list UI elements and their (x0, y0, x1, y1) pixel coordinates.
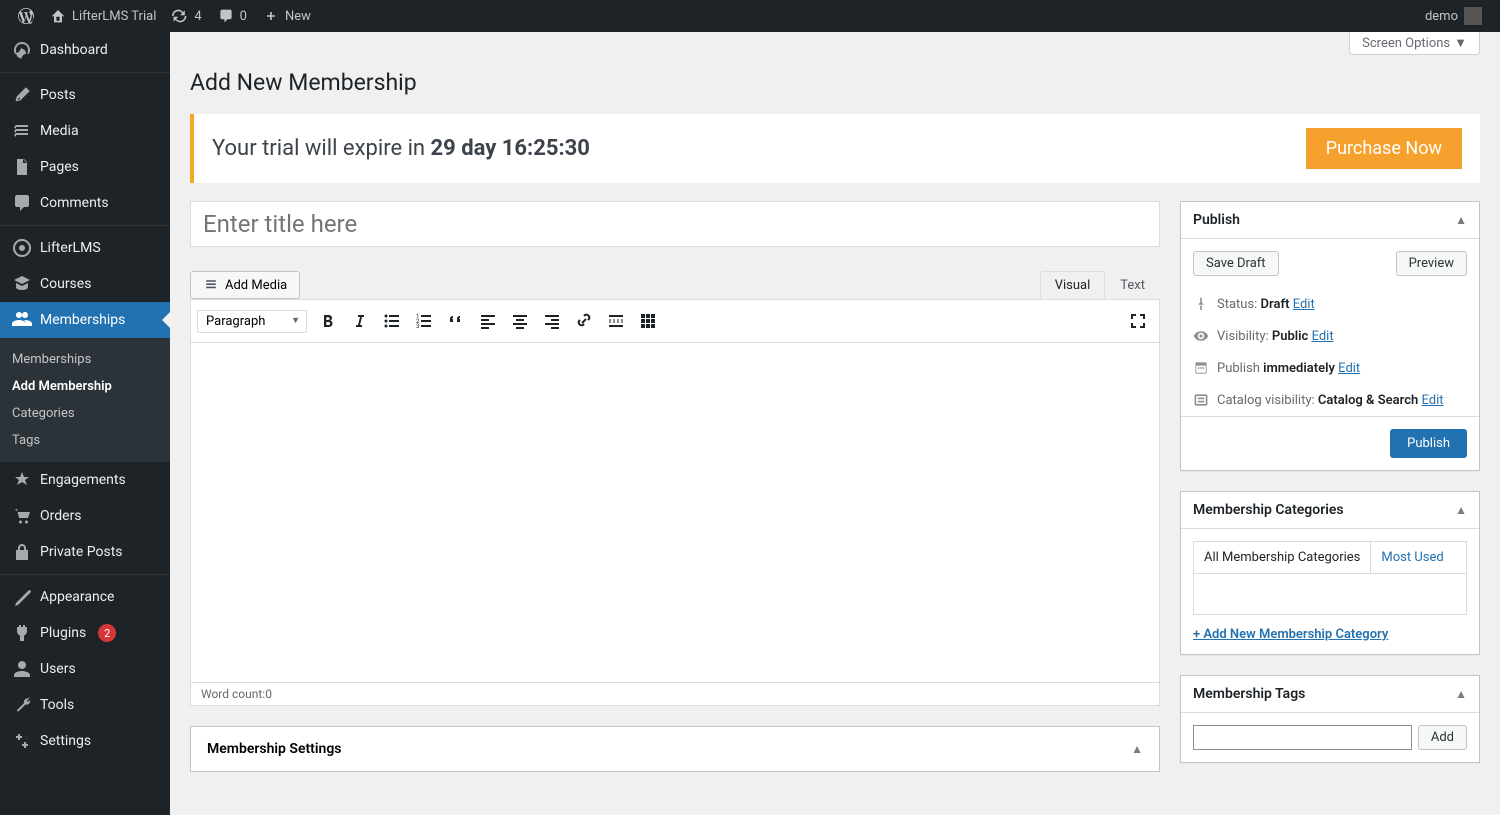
updates-count: 4 (194, 9, 201, 24)
main-content: Screen Options▼ Add New Membership Your … (170, 32, 1500, 815)
user-account-link[interactable]: demo (1417, 0, 1490, 32)
tags-toggle[interactable]: ▲ (1455, 687, 1467, 701)
submenu-categories[interactable]: Categories (0, 400, 170, 427)
username: demo (1425, 9, 1458, 24)
editor-toolbar: Paragraph 123 (190, 299, 1160, 343)
visibility-row: Visibility: Public Edit (1193, 320, 1467, 352)
comments-link[interactable]: 0 (210, 0, 255, 32)
catalog-icon (1193, 392, 1209, 408)
calendar-icon (1193, 360, 1209, 376)
link-button[interactable] (569, 306, 599, 336)
comments-count: 0 (240, 9, 247, 24)
align-right-button[interactable] (537, 306, 567, 336)
membership-settings-title: Membership Settings (207, 741, 342, 757)
readmore-button[interactable] (601, 306, 631, 336)
membership-settings-box: Membership Settings ▲ (190, 726, 1160, 772)
menu-plugins[interactable]: Plugins2 (0, 615, 170, 651)
categories-title: Membership Categories (1193, 502, 1344, 518)
add-media-button[interactable]: Add Media (190, 271, 300, 299)
admin-bar: LifterLMS Trial 4 0 New demo (0, 0, 1500, 32)
tags-box: Membership Tags ▲ Add (1180, 675, 1480, 763)
menu-tools[interactable]: Tools (0, 687, 170, 723)
site-title: LifterLMS Trial (72, 9, 156, 24)
menu-private-posts[interactable]: Private Posts (0, 534, 170, 570)
trial-countdown: 29 day 16:25:30 (431, 136, 590, 161)
menu-posts[interactable]: Posts (0, 72, 170, 113)
menu-dashboard[interactable]: Dashboard (0, 32, 170, 68)
blockquote-button[interactable] (441, 306, 471, 336)
menu-orders[interactable]: Orders (0, 498, 170, 534)
updates-link[interactable]: 4 (164, 0, 209, 32)
plugins-badge: 2 (98, 624, 116, 642)
edit-catalog-link[interactable]: Edit (1421, 393, 1443, 408)
edit-schedule-link[interactable]: Edit (1338, 361, 1360, 376)
submenu-tags[interactable]: Tags (0, 427, 170, 454)
menu-courses[interactable]: Courses (0, 266, 170, 302)
publish-toggle[interactable]: ▲ (1455, 213, 1467, 227)
editor-tab-visual[interactable]: Visual (1040, 271, 1106, 299)
new-label: New (285, 9, 311, 24)
editor-canvas[interactable] (190, 343, 1160, 683)
purchase-now-button[interactable]: Purchase Now (1306, 128, 1462, 169)
page-title: Add New Membership (190, 55, 1480, 100)
numbered-list-button[interactable]: 123 (409, 306, 439, 336)
align-left-button[interactable] (473, 306, 503, 336)
schedule-row: Publish immediately Edit (1193, 352, 1467, 384)
menu-lifterlms[interactable]: LifterLMS (0, 225, 170, 266)
eye-icon (1193, 328, 1209, 344)
submenu-add-membership[interactable]: Add Membership (0, 373, 170, 400)
toolbar-toggle-button[interactable] (633, 306, 663, 336)
editor-tab-text[interactable]: Text (1105, 271, 1160, 299)
bold-button[interactable] (313, 306, 343, 336)
pin-icon (1193, 296, 1209, 312)
edit-visibility-link[interactable]: Edit (1312, 329, 1334, 344)
menu-appearance[interactable]: Appearance (0, 574, 170, 615)
new-content-link[interactable]: New (255, 0, 319, 32)
screen-options-toggle[interactable]: Screen Options▼ (1349, 32, 1480, 55)
status-row: Status: Draft Edit (1193, 288, 1467, 320)
categories-tab-used[interactable]: Most Used (1371, 542, 1453, 573)
menu-users[interactable]: Users (0, 651, 170, 687)
tags-title: Membership Tags (1193, 686, 1305, 702)
publish-title: Publish (1193, 212, 1240, 228)
add-tag-button[interactable]: Add (1418, 725, 1467, 750)
menu-comments[interactable]: Comments (0, 185, 170, 221)
editor-statusbar: Word count: 0 (190, 683, 1160, 706)
publish-box: Publish ▲ Save Draft Preview Status: Dra… (1180, 201, 1480, 471)
chevron-down-icon: ▼ (1454, 35, 1467, 51)
save-draft-button[interactable]: Save Draft (1193, 251, 1279, 276)
catalog-row: Catalog visibility: Catalog & Search Edi… (1193, 384, 1467, 416)
memberships-submenu: Memberships Add Membership Categories Ta… (0, 338, 170, 462)
menu-pages[interactable]: Pages (0, 149, 170, 185)
menu-media[interactable]: Media (0, 113, 170, 149)
align-center-button[interactable] (505, 306, 535, 336)
menu-memberships[interactable]: Memberships (0, 302, 170, 338)
publish-button[interactable]: Publish (1390, 429, 1467, 458)
menu-engagements[interactable]: Engagements (0, 462, 170, 498)
categories-toggle[interactable]: ▲ (1455, 503, 1467, 517)
preview-button[interactable]: Preview (1396, 251, 1467, 276)
word-count: 0 (265, 687, 272, 701)
wp-logo[interactable] (10, 0, 42, 32)
site-name-link[interactable]: LifterLMS Trial (42, 0, 164, 32)
categories-list[interactable] (1193, 573, 1467, 615)
categories-tab-all[interactable]: All Membership Categories (1194, 542, 1371, 573)
settings-toggle[interactable]: ▲ (1131, 742, 1143, 756)
bullet-list-button[interactable] (377, 306, 407, 336)
submenu-memberships[interactable]: Memberships (0, 346, 170, 373)
trial-notice: Your trial will expire in 29 day 16:25:3… (190, 114, 1480, 183)
svg-text:3: 3 (416, 323, 419, 330)
add-new-category-link[interactable]: + Add New Membership Category (1193, 627, 1467, 642)
fullscreen-button[interactable] (1123, 306, 1153, 336)
paragraph-select[interactable]: Paragraph (197, 310, 307, 333)
categories-box: Membership Categories ▲ All Membership C… (1180, 491, 1480, 655)
menu-settings[interactable]: Settings (0, 723, 170, 759)
edit-status-link[interactable]: Edit (1293, 297, 1315, 312)
tags-input[interactable] (1193, 725, 1412, 750)
admin-sidebar: Dashboard Posts Media Pages Comments Lif… (0, 32, 170, 815)
title-input[interactable] (190, 201, 1160, 247)
italic-button[interactable] (345, 306, 375, 336)
